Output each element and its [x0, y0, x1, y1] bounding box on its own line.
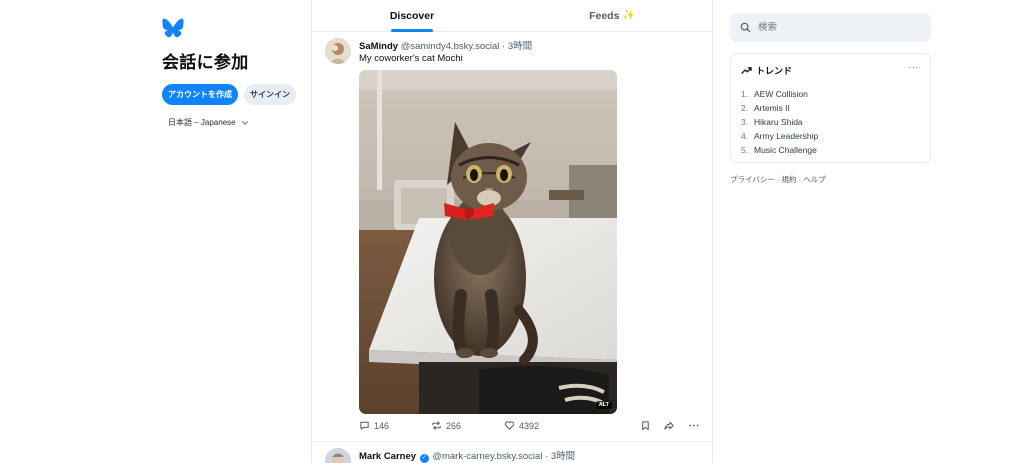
- reply-icon: [360, 421, 369, 430]
- author-name[interactable]: Mark Carney: [359, 451, 416, 462]
- trends-header: トレンド: [741, 64, 920, 77]
- post-actions: 146 266 4392: [359, 420, 704, 434]
- author-handle[interactable]: @mark-carney.bsky.social: [432, 451, 542, 462]
- post-text: My coworker's cat Mochi: [359, 53, 463, 64]
- reply-button[interactable]: 146: [359, 420, 389, 431]
- trend-rank: 2.: [741, 103, 749, 113]
- share-button[interactable]: [663, 420, 675, 431]
- repost-button[interactable]: 266: [431, 420, 461, 431]
- join-conversation-title: 会話に参加: [162, 53, 249, 72]
- more-dots-icon: [689, 424, 699, 427]
- verified-check-icon: ✓: [419, 454, 429, 463]
- trend-label: Hikaru Shida: [754, 117, 803, 127]
- tab-discover[interactable]: Discover: [312, 0, 512, 32]
- auth-buttons: アカウントを作成 サインイン: [162, 84, 302, 105]
- trending-arrow-icon: [741, 67, 752, 74]
- post-card[interactable]: SaMindy @samindy4.bsky.social · 3時間 My c…: [312, 32, 712, 442]
- footer-links: プライバシー · 規約 · ヘルプ: [730, 174, 931, 185]
- post-card[interactable]: Mark Carney ✓ @mark-carney.bsky.social ·…: [312, 442, 712, 463]
- search-box[interactable]: [730, 13, 931, 42]
- trends-title: トレンド: [756, 66, 793, 76]
- more-options-button[interactable]: [688, 420, 700, 431]
- chevron-down-icon: [241, 120, 248, 125]
- post-header: Mark Carney ✓ @mark-carney.bsky.social ·…: [359, 448, 575, 463]
- left-sidebar: 会話に参加 アカウントを作成 サインイン 日本語 – Japanese: [162, 18, 302, 128]
- search-icon: [740, 22, 751, 33]
- trends-panel: トレンド ··· 1. AEW Collision 2. Artemis II 3.…: [730, 53, 931, 163]
- trend-item[interactable]: 5. Music Challenge: [741, 143, 920, 157]
- alt-badge[interactable]: ALT: [595, 401, 612, 409]
- feed-tabs: Discover Feeds ✨: [312, 0, 712, 32]
- share-icon: [664, 421, 674, 430]
- privacy-link[interactable]: プライバシー: [730, 175, 775, 184]
- repost-count: 266: [446, 420, 462, 431]
- trend-item[interactable]: 2. Artemis II: [741, 101, 920, 115]
- language-selector[interactable]: 日本語 – Japanese: [168, 117, 302, 128]
- reply-count: 146: [374, 420, 390, 431]
- post-time[interactable]: · 3時間: [502, 41, 532, 52]
- bookmark-icon: [642, 421, 649, 431]
- avatar[interactable]: [325, 38, 351, 64]
- create-account-button[interactable]: アカウントを作成: [162, 84, 238, 105]
- trend-rank: 4.: [741, 131, 749, 141]
- like-button[interactable]: 4392: [504, 420, 539, 431]
- tab-feeds[interactable]: Feeds ✨: [512, 0, 712, 31]
- feed-column: Discover Feeds ✨ SaMindy @samindy4.bsky.…: [311, 0, 713, 463]
- trend-label: Music Challenge: [754, 145, 817, 155]
- tab-feeds-label: Feeds: [589, 9, 620, 22]
- author-handle[interactable]: @samindy4.bsky.social: [401, 41, 500, 52]
- trend-item[interactable]: 4. Army Leadership: [741, 129, 920, 143]
- trend-rank: 1.: [741, 89, 749, 99]
- like-count: 4392: [519, 420, 540, 431]
- search-input[interactable]: [758, 22, 918, 33]
- repost-icon: [432, 421, 441, 430]
- post-header: SaMindy @samindy4.bsky.social · 3時間: [359, 38, 532, 52]
- trend-label: Army Leadership: [754, 131, 819, 141]
- trends-more-button[interactable]: ···: [909, 62, 920, 72]
- trend-rank: 3.: [741, 117, 749, 127]
- post-image[interactable]: ALT: [359, 70, 617, 414]
- help-link[interactable]: ヘルプ: [803, 175, 826, 184]
- trend-rank: 5.: [741, 145, 749, 155]
- terms-link[interactable]: 規約: [782, 175, 797, 184]
- bluesky-butterfly-icon[interactable]: [162, 18, 184, 38]
- right-sidebar: トレンド ··· 1. AEW Collision 2. Artemis II 3.…: [730, 13, 931, 185]
- sign-in-button[interactable]: サインイン: [244, 84, 296, 105]
- heart-icon: [504, 421, 515, 430]
- post-time[interactable]: · 3時間: [545, 451, 575, 462]
- trend-label: Artemis II: [754, 103, 790, 113]
- trend-list: 1. AEW Collision 2. Artemis II 3. Hikaru Sh…: [741, 87, 920, 157]
- footer-separator: ·: [774, 175, 782, 184]
- trend-item[interactable]: 1. AEW Collision: [741, 87, 920, 101]
- trend-item[interactable]: 3. Hikaru Shida: [741, 115, 920, 129]
- avatar[interactable]: [325, 448, 351, 463]
- trend-label: AEW Collision: [754, 89, 808, 99]
- author-name[interactable]: SaMindy: [359, 41, 398, 52]
- bookmark-button[interactable]: [640, 420, 651, 431]
- language-label: 日本語 – Japanese: [168, 118, 236, 127]
- tab-discover-label: Discover: [389, 9, 435, 22]
- sparkle-icon: ✨: [622, 10, 635, 21]
